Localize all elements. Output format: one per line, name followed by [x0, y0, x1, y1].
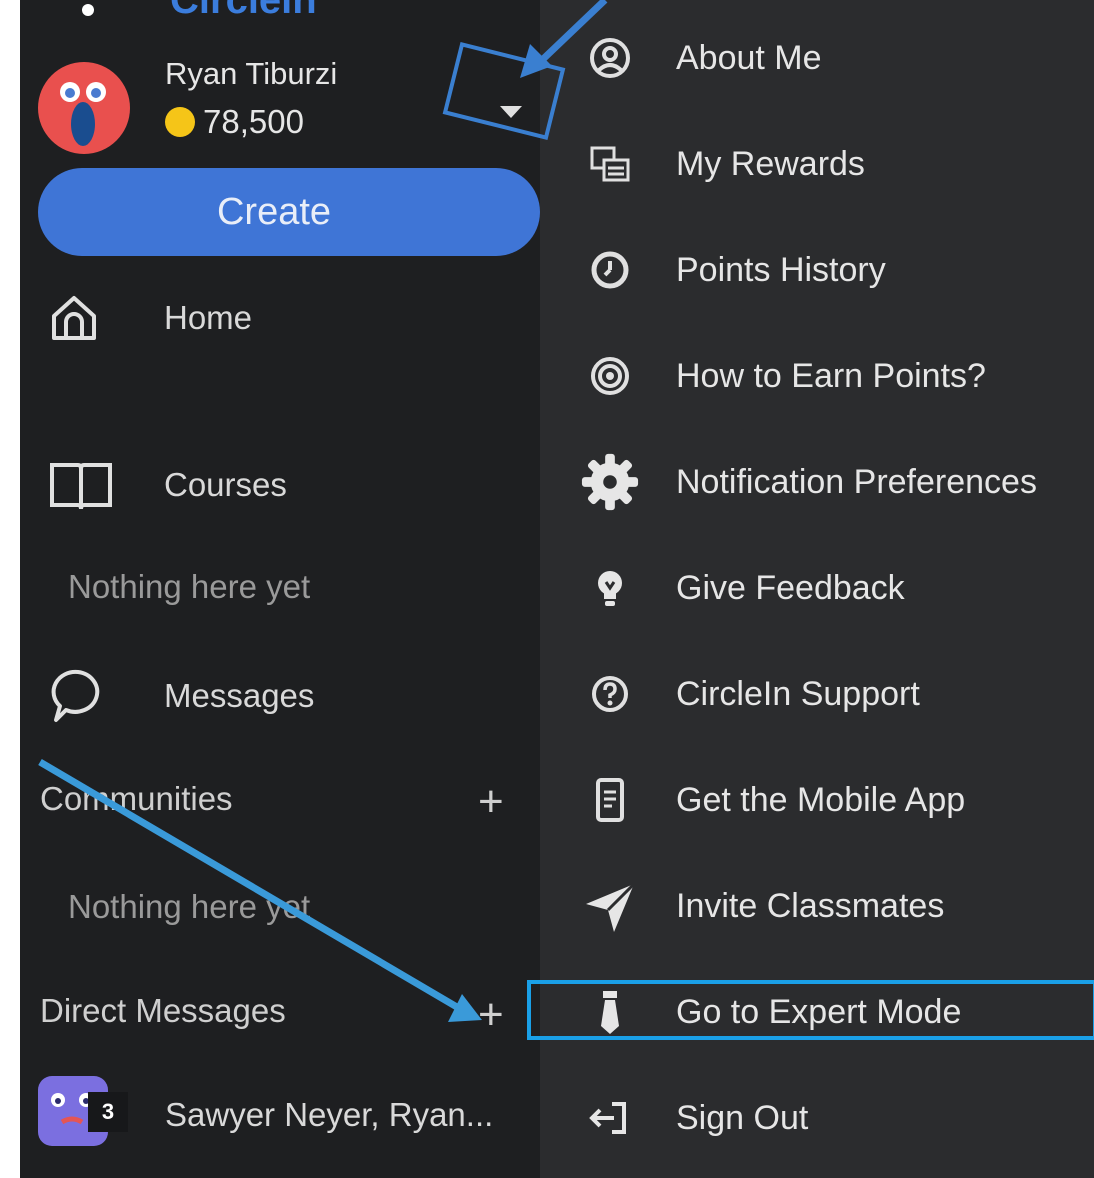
- avatar[interactable]: [38, 62, 130, 154]
- menu-item-circlein-support[interactable]: CircleIn Support: [580, 664, 920, 724]
- clock-icon: [580, 240, 640, 300]
- direct-messages-heading: Direct Messages: [40, 992, 286, 1029]
- communities-heading: Communities: [40, 780, 233, 817]
- mobile-icon: [580, 770, 640, 830]
- menu-item-label: Notification Preferences: [676, 462, 1037, 501]
- menu-item-label: Invite Classmates: [676, 886, 945, 925]
- menu-item-go-to-expert-mode[interactable]: Go to Expert Mode: [580, 982, 961, 1042]
- sidebar-item-messages[interactable]: Messages: [48, 666, 314, 726]
- menu-item-invite-classmates[interactable]: Invite Classmates: [580, 876, 944, 936]
- logo-dot: [82, 4, 94, 16]
- sign-out-icon: [580, 1088, 640, 1148]
- communities-empty-text: Nothing here yet: [68, 888, 311, 925]
- menu-item-label: About Me: [676, 38, 822, 77]
- book-icon: [48, 455, 118, 515]
- menu-item-label: Give Feedback: [676, 568, 905, 607]
- menu-item-label: My Rewards: [676, 144, 865, 183]
- chat-bubble-icon: [48, 666, 118, 726]
- add-direct-message-button[interactable]: +: [478, 993, 504, 1037]
- app-logo[interactable]: Circleln: [170, 0, 317, 23]
- add-community-button[interactable]: +: [478, 780, 504, 824]
- sidebar-item-courses[interactable]: Courses: [48, 455, 287, 515]
- tie-icon: [580, 982, 640, 1042]
- help-icon: [580, 664, 640, 724]
- menu-item-label: How to Earn Points?: [676, 356, 986, 395]
- menu-item-how-to-earn-points[interactable]: How to Earn Points?: [580, 346, 986, 406]
- menu-item-label: CircleIn Support: [676, 674, 920, 713]
- chevron-down-icon: [500, 106, 522, 118]
- menu-item-about-me[interactable]: About Me: [580, 28, 822, 88]
- sidebar-item-label: Home: [164, 299, 253, 336]
- sidebar-item-home[interactable]: Home: [48, 288, 252, 348]
- menu-item-notification-preferences[interactable]: Notification Preferences: [580, 452, 1037, 512]
- menu-item-label: Points History: [676, 250, 886, 289]
- points-value: 78,500: [203, 103, 304, 140]
- user-name: Ryan Tiburzi: [165, 56, 338, 91]
- gear-icon: [580, 452, 640, 512]
- menu-item-sign-out[interactable]: Sign Out: [580, 1088, 808, 1148]
- create-button[interactable]: Create: [38, 168, 540, 256]
- courses-empty-text: Nothing here yet: [68, 568, 311, 605]
- dm-member-count-badge: 3: [88, 1092, 128, 1132]
- avatar-face-icon: [60, 82, 106, 146]
- sidebar-item-label: Courses: [164, 466, 287, 503]
- lightbulb-icon: [580, 558, 640, 618]
- sidebar-item-label: Messages: [164, 677, 315, 714]
- dm-name: Sawyer Neyer, Ryan...: [165, 1096, 494, 1133]
- account-menu-toggle[interactable]: [490, 92, 532, 134]
- home-icon: [48, 288, 118, 348]
- menu-item-label: Get the Mobile App: [676, 780, 966, 819]
- create-button-label: Create: [216, 190, 332, 233]
- menu-item-my-rewards[interactable]: My Rewards: [580, 134, 865, 194]
- menu-item-give-feedback[interactable]: Give Feedback: [580, 558, 905, 618]
- user-circle-icon: [580, 28, 640, 88]
- menu-item-label: Sign Out: [676, 1098, 809, 1137]
- coin-icon: [165, 107, 195, 137]
- menu-item-label: Go to Expert Mode: [676, 992, 962, 1031]
- points-row: 78,500: [165, 103, 304, 141]
- send-icon: [580, 876, 640, 936]
- target-icon: [580, 346, 640, 406]
- rewards-icon: [580, 134, 640, 194]
- menu-item-get-mobile-app[interactable]: Get the Mobile App: [580, 770, 965, 830]
- menu-item-points-history[interactable]: Points History: [580, 240, 886, 300]
